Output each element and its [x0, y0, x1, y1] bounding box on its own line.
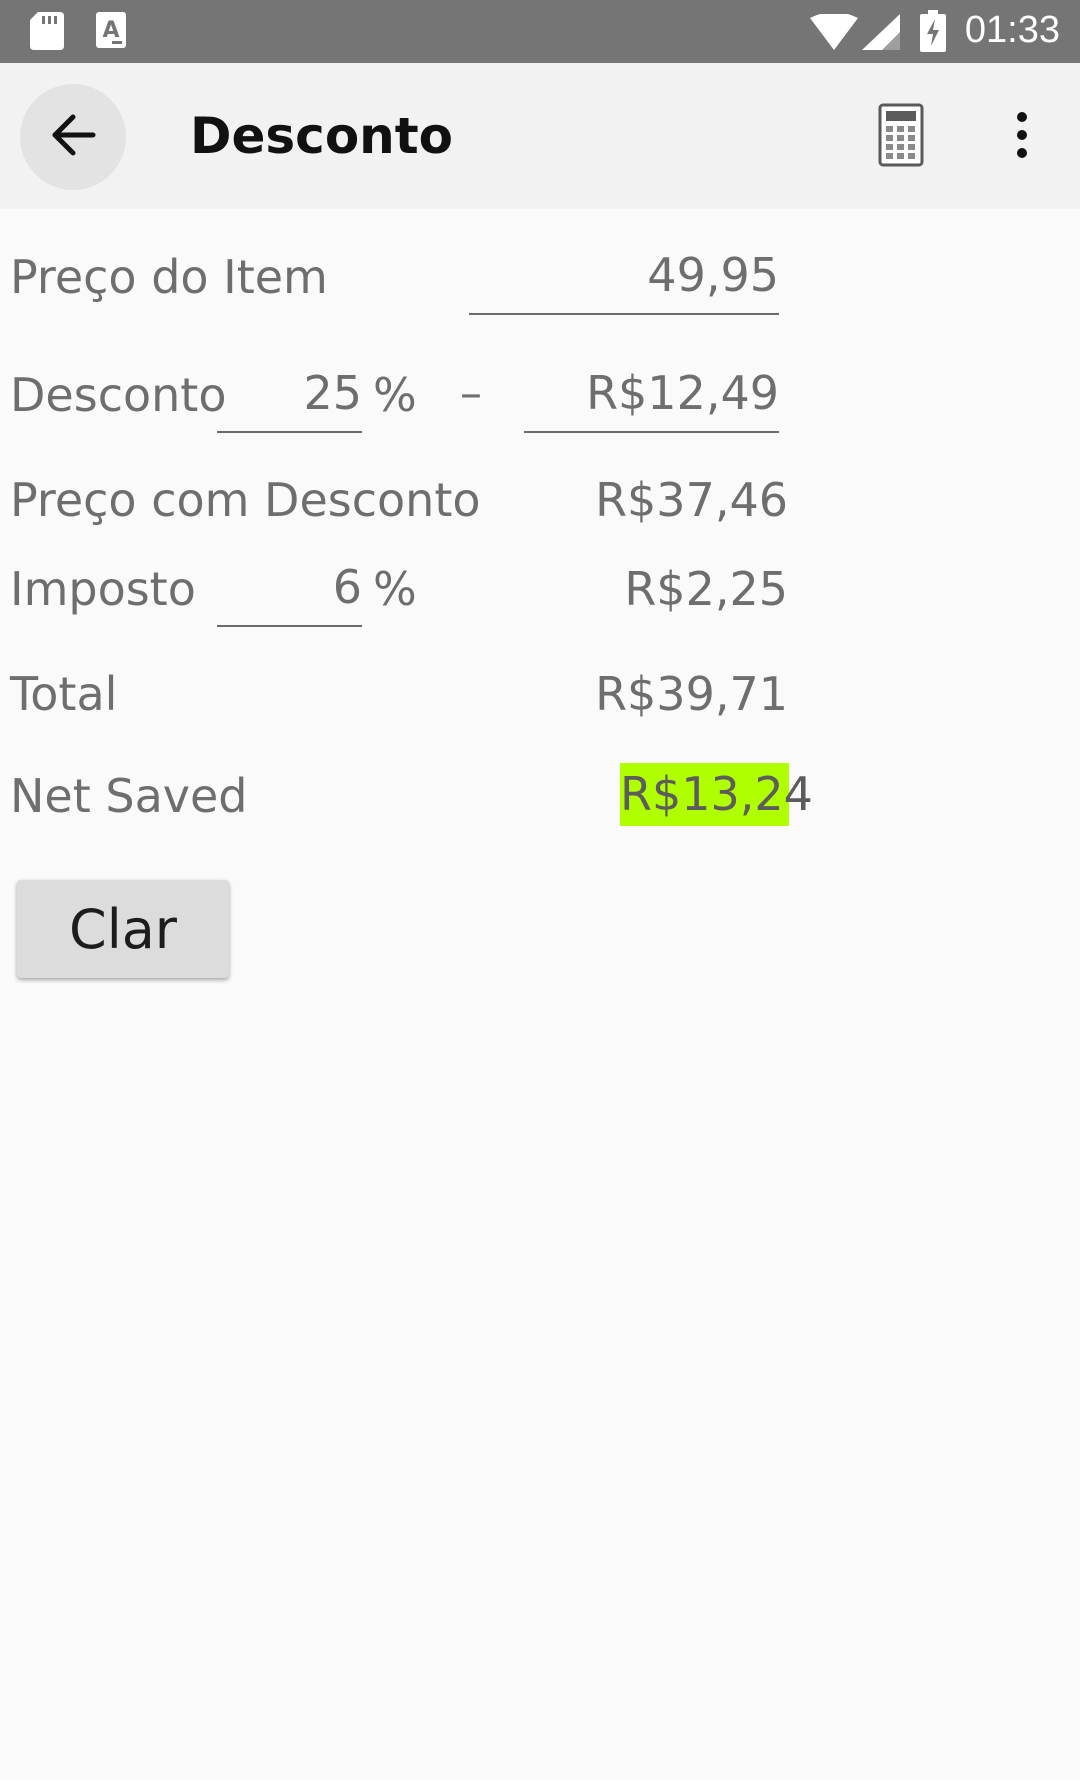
calculator-icon[interactable] — [878, 103, 924, 172]
page-title: Desconto — [190, 107, 454, 165]
svg-text:A: A — [102, 18, 119, 43]
discounted-price-label: Preço com Desconto — [10, 473, 481, 527]
status-bar: A 01:33 — [0, 0, 1080, 63]
total-label: Total — [10, 667, 118, 721]
back-arrow-icon — [49, 113, 97, 162]
tax-label: Imposto — [10, 562, 196, 616]
more-vert-icon[interactable] — [1010, 111, 1034, 164]
battery-charging-icon — [920, 10, 946, 57]
sd-card-icon — [30, 12, 64, 55]
tax-percent-sign: % — [373, 562, 417, 616]
discounted-price-value: R$37,46 — [595, 473, 788, 527]
item-price-label: Preço do Item — [10, 250, 328, 304]
tax-value: R$2,25 — [624, 562, 788, 616]
signal-icon — [862, 14, 900, 55]
discount-amount-input[interactable]: R$12,49 — [524, 366, 779, 433]
total-value: R$39,71 — [595, 667, 788, 721]
discount-separator: – — [460, 368, 482, 419]
status-time: 01:33 — [964, 9, 1060, 51]
text-a-icon: A — [96, 12, 126, 53]
wifi-icon — [810, 12, 858, 55]
back-button[interactable] — [20, 84, 126, 190]
discount-label: Desconto — [10, 368, 227, 422]
app-bar: Desconto — [0, 63, 1080, 209]
net-saved-label: Net Saved — [10, 769, 248, 823]
discount-percent-input[interactable]: 25 — [217, 366, 362, 433]
discount-percent-sign: % — [373, 368, 417, 422]
item-price-input[interactable]: 49,95 — [469, 248, 779, 315]
net-saved-value: R$13,24 — [620, 763, 813, 826]
clear-button[interactable]: Clar — [17, 880, 229, 978]
tax-percent-input[interactable]: 6 — [217, 560, 362, 627]
